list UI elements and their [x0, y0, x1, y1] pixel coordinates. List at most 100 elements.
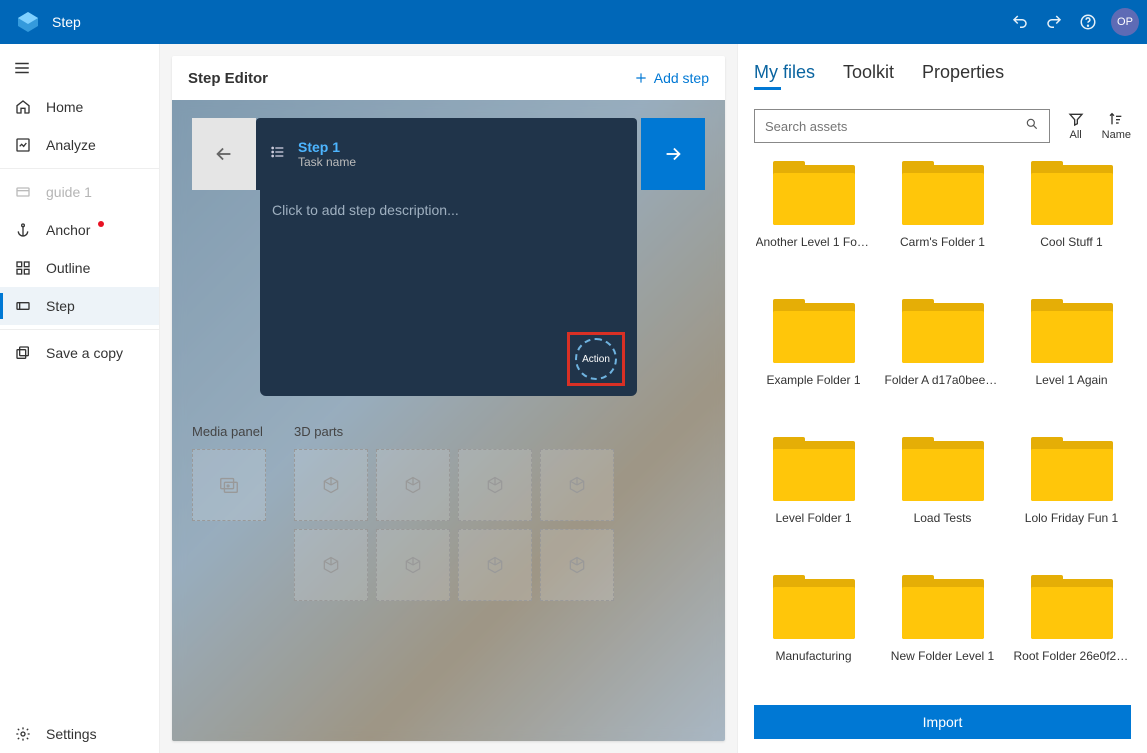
3d-part-slot[interactable] — [294, 449, 368, 521]
home-icon — [14, 98, 32, 116]
list-icon — [270, 144, 286, 165]
folder-grid: Another Level 1 Folder Carm's Folder 1 Coo… — [754, 161, 1131, 693]
media-slot[interactable] — [192, 449, 266, 521]
step-header: Step 1 Task name — [256, 118, 637, 190]
folder-label: New Folder Level 1 — [891, 649, 994, 663]
3d-part-slot[interactable] — [540, 529, 614, 601]
nav-analyze[interactable]: Analyze — [0, 126, 159, 164]
prev-step-button[interactable] — [192, 118, 256, 190]
folder-icon — [902, 437, 984, 501]
nav-settings-label: Settings — [46, 726, 97, 742]
3d-parts-label: 3D parts — [294, 424, 614, 439]
user-avatar[interactable]: OP — [1111, 8, 1139, 36]
nav-outline-label: Outline — [46, 260, 90, 276]
3d-part-slot[interactable] — [294, 529, 368, 601]
folder-label: Example Folder 1 — [766, 373, 860, 387]
right-panel: My files Toolkit Properties All Name Ano… — [737, 44, 1147, 753]
folder-item[interactable]: New Folder Level 1 — [883, 575, 1002, 693]
tab-my-files[interactable]: My files — [754, 62, 815, 89]
folder-icon — [773, 575, 855, 639]
step-title[interactable]: Step 1 — [298, 139, 356, 155]
media-panel-label: Media panel — [192, 424, 266, 439]
nav-separator — [0, 329, 159, 330]
folder-icon — [773, 299, 855, 363]
search-box[interactable] — [754, 109, 1050, 143]
media-panel: Media panel — [192, 424, 266, 601]
anchor-icon — [14, 221, 32, 239]
main-area: Step Editor Add step Step 1 Task name — [160, 44, 737, 753]
editor-header: Step Editor Add step — [172, 56, 725, 100]
3d-part-slot[interactable] — [376, 449, 450, 521]
step-task-name: Task name — [298, 155, 356, 169]
folder-label: Root Folder 26e0f22… — [1014, 649, 1130, 663]
nav-save-copy[interactable]: Save a copy — [0, 334, 159, 372]
3d-part-slot[interactable] — [376, 529, 450, 601]
action-label: Action — [582, 354, 610, 365]
nav-home[interactable]: Home — [0, 88, 159, 126]
3d-part-slot[interactable] — [458, 449, 532, 521]
folder-label: Another Level 1 Folder — [756, 235, 872, 249]
folder-icon — [902, 161, 984, 225]
folder-label: Lolo Friday Fun 1 — [1025, 511, 1118, 525]
folder-icon — [1031, 161, 1113, 225]
step-editor-card: Step Editor Add step Step 1 Task name — [172, 56, 725, 741]
next-step-button[interactable] — [641, 118, 705, 190]
nav-step[interactable]: Step — [0, 287, 159, 325]
editor-canvas: Step 1 Task name Click to add step descr… — [172, 100, 725, 741]
folder-item[interactable]: Level Folder 1 — [754, 437, 873, 555]
folder-label: Folder A d17a0bee-d… — [885, 373, 1001, 387]
nav-guide[interactable]: guide 1 — [0, 173, 159, 211]
filter-label: All — [1070, 129, 1082, 141]
nav-anchor[interactable]: Anchor — [0, 211, 159, 249]
left-sidebar: Home Analyze guide 1 Anchor Outline Step… — [0, 44, 160, 753]
nav-analyze-label: Analyze — [46, 137, 96, 153]
folder-item[interactable]: Load Tests — [883, 437, 1002, 555]
folder-item[interactable]: Example Folder 1 — [754, 299, 873, 417]
add-step-label: Add step — [654, 70, 709, 86]
guide-icon — [14, 183, 32, 201]
folder-item[interactable]: Manufacturing — [754, 575, 873, 693]
window-title: Step — [52, 14, 1003, 30]
tab-properties[interactable]: Properties — [922, 62, 1004, 89]
nav-anchor-label: Anchor — [46, 222, 90, 238]
nav-outline[interactable]: Outline — [0, 249, 159, 287]
app-logo-icon — [16, 10, 40, 34]
3d-part-slot[interactable] — [458, 529, 532, 601]
nav-settings[interactable]: Settings — [0, 715, 159, 753]
nav-save-copy-label: Save a copy — [46, 345, 123, 361]
import-button[interactable]: Import — [754, 705, 1131, 739]
nav-step-label: Step — [46, 298, 75, 314]
undo-button[interactable] — [1003, 5, 1037, 39]
editor-title: Step Editor — [188, 70, 634, 87]
folder-label: Level Folder 1 — [775, 511, 851, 525]
gear-icon — [14, 725, 32, 743]
step-icon — [14, 297, 32, 315]
titlebar: Step OP — [0, 0, 1147, 44]
add-step-button[interactable]: Add step — [634, 70, 709, 86]
folder-item[interactable]: Root Folder 26e0f22… — [1012, 575, 1131, 693]
action-highlight: Action — [567, 332, 625, 386]
folder-icon — [1031, 299, 1113, 363]
help-button[interactable] — [1071, 5, 1105, 39]
step-description-input[interactable]: Click to add step description... — [264, 202, 633, 218]
redo-button[interactable] — [1037, 5, 1071, 39]
folder-item[interactable]: Another Level 1 Folder — [754, 161, 873, 279]
tab-toolkit[interactable]: Toolkit — [843, 62, 894, 89]
folder-item[interactable]: Level 1 Again — [1012, 299, 1131, 417]
analyze-icon — [14, 136, 32, 154]
folder-item[interactable]: Cool Stuff 1 — [1012, 161, 1131, 279]
action-button[interactable]: Action — [575, 338, 617, 380]
folder-label: Carm's Folder 1 — [900, 235, 985, 249]
sort-button[interactable]: Name — [1102, 111, 1131, 141]
filter-button[interactable]: All — [1068, 111, 1084, 141]
folder-item[interactable]: Lolo Friday Fun 1 — [1012, 437, 1131, 555]
folder-item[interactable]: Folder A d17a0bee-d… — [883, 299, 1002, 417]
hamburger-button[interactable] — [0, 48, 44, 88]
nav-guide-label: guide 1 — [46, 184, 92, 200]
folder-label: Manufacturing — [775, 649, 851, 663]
folder-item[interactable]: Carm's Folder 1 — [883, 161, 1002, 279]
alert-dot-icon — [98, 221, 104, 227]
3d-part-slot[interactable] — [540, 449, 614, 521]
search-input[interactable] — [765, 119, 1025, 134]
step-body: Click to add step description... Action — [260, 188, 637, 396]
